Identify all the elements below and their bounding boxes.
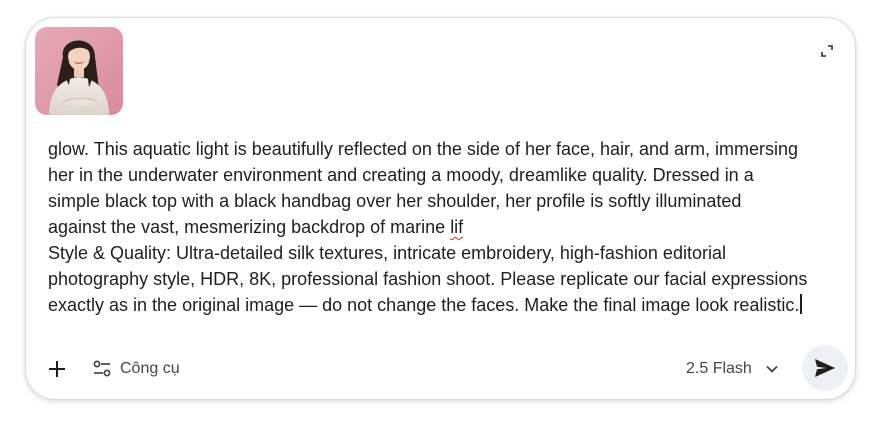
expand-button[interactable] [812,36,842,66]
attached-image-thumbnail[interactable] [35,27,123,115]
prompt-line: Style & Quality: Ultra-detailed silk tex… [48,243,726,263]
tools-label: Công cụ [120,360,180,377]
model-label: 2.5 Flash [686,360,752,377]
prompt-line: simple black top with a black handbag ov… [48,191,742,211]
prompt-text: against the vast, mesmerizing backdrop o… [48,217,451,237]
expand-icon [821,45,833,57]
send-button[interactable] [802,345,848,391]
prompt-text: exactly as in the original image — do no… [48,295,800,315]
tune-icon [93,360,111,377]
prompt-line: exactly as in the original image — do no… [48,292,828,318]
misspelled-word[interactable]: lif [450,217,463,237]
chevron-down-icon [766,365,778,373]
portrait-image [35,27,123,115]
prompt-composer: glow. This aquatic light is beautifully … [25,17,856,400]
model-selector[interactable]: 2.5 Flash [686,352,778,386]
prompt-line: glow. This aquatic light is beautifully … [48,139,799,159]
prompt-line: against the vast, mesmerizing backdrop o… [48,214,828,240]
tools-button[interactable]: Công cụ [92,352,180,386]
prompt-line: her in the underwater environment and cr… [48,165,754,185]
send-icon [815,359,835,377]
prompt-line: photography style, HDR, 8K, professional… [48,269,808,289]
text-caret [800,294,802,314]
plus-icon [49,361,65,377]
add-attachment-button[interactable] [40,352,74,386]
prompt-input[interactable]: glow. This aquatic light is beautifully … [48,136,828,318]
